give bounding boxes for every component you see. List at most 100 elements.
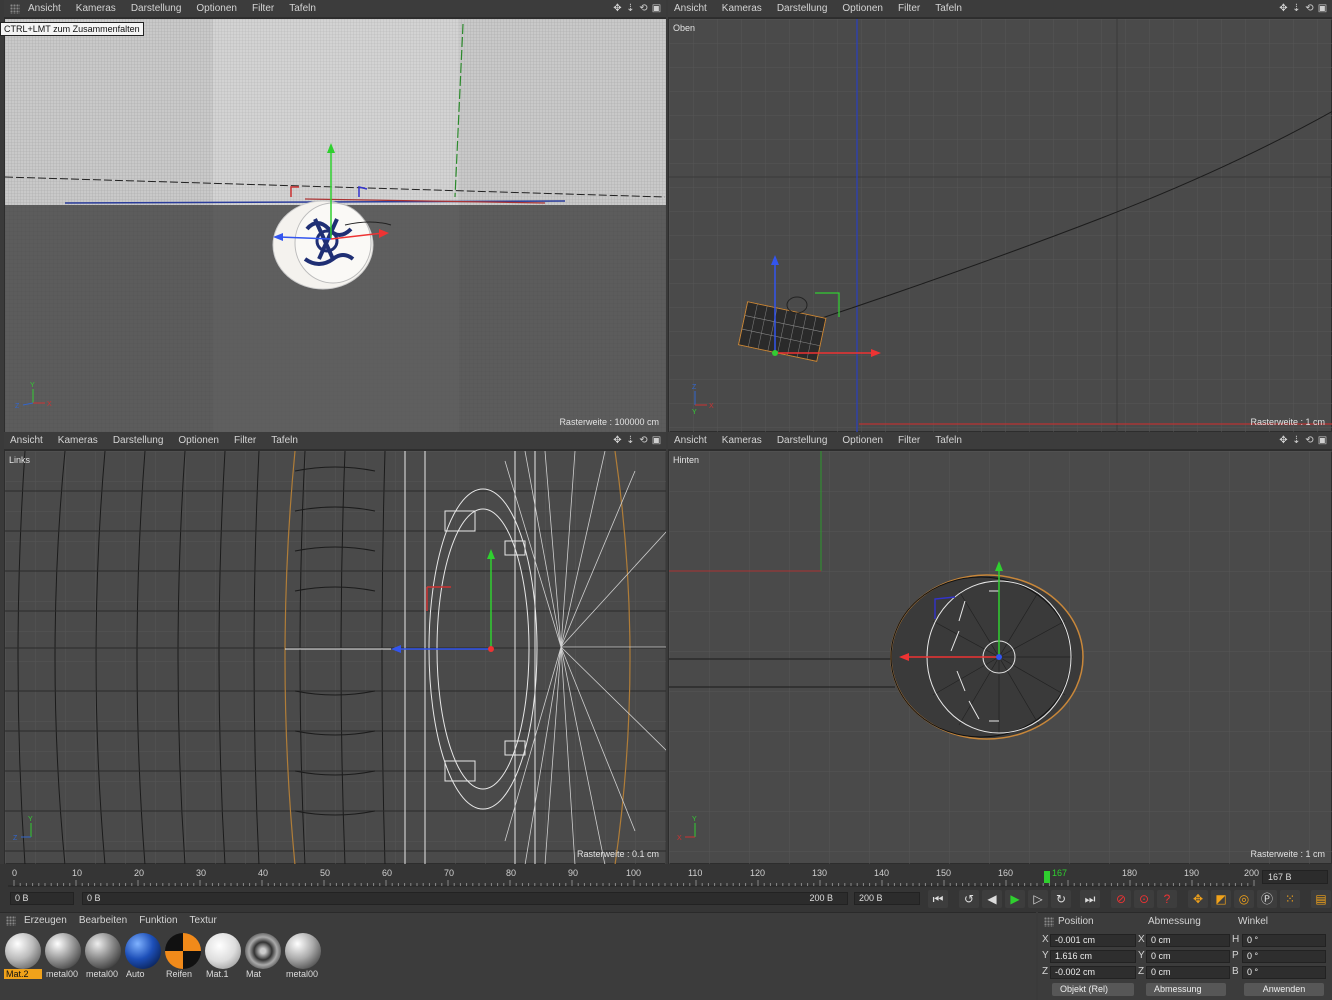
menu-ansicht[interactable]: Ansicht	[674, 435, 707, 446]
apply-button[interactable]: Anwenden	[1244, 983, 1324, 996]
material-swatch[interactable]: Mat.1	[204, 933, 242, 979]
rotate-key-icon[interactable]: ◎	[1234, 890, 1254, 908]
coord-mode-dropdown[interactable]: Objekt (Rel)	[1052, 983, 1134, 996]
menu-tafeln[interactable]: Tafeln	[271, 435, 298, 446]
menu-darstellung[interactable]: Darstellung	[131, 3, 182, 14]
film-icon[interactable]: ▤	[1311, 890, 1331, 908]
zoom-view-icon[interactable]: ⇣	[1291, 3, 1302, 14]
size-mode-dropdown[interactable]: Abmessung	[1146, 983, 1226, 996]
viewport-perspective[interactable]: Ansicht Kameras Darstellung Optionen Fil…	[4, 0, 666, 432]
menu-kameras[interactable]: Kameras	[722, 3, 762, 14]
start-frame-field[interactable]: 0 B	[10, 892, 74, 905]
menu-darstellung[interactable]: Darstellung	[777, 3, 828, 14]
material-swatch[interactable]: Mat.2	[4, 933, 42, 979]
current-frame-field[interactable]: 167 B	[1262, 870, 1328, 884]
menu-bearbeiten[interactable]: Bearbeiten	[79, 915, 127, 926]
menu-ansicht[interactable]: Ansicht	[28, 3, 61, 14]
menu-textur[interactable]: Textur	[190, 915, 217, 926]
menu-optionen[interactable]: Optionen	[196, 3, 237, 14]
menu-kameras[interactable]: Kameras	[722, 435, 762, 446]
position-x-field[interactable]: -0.001 cm	[1050, 934, 1136, 947]
go-to-end-icon[interactable]: ⏭	[1080, 890, 1100, 908]
menu-tafeln[interactable]: Tafeln	[935, 435, 962, 446]
viewport-left[interactable]: Ansicht Kameras Darstellung Optionen Fil…	[4, 432, 666, 864]
rotate-view-icon[interactable]: ⟲	[638, 3, 649, 14]
material-swatch[interactable]: Reifen	[164, 933, 202, 979]
end-frame-field[interactable]: 200 B	[854, 892, 920, 905]
zoom-view-icon[interactable]: ⇣	[1291, 435, 1302, 446]
frame-ruler[interactable]: 0 10 20 30 40 50 60 70 80 90 100 110 120…	[8, 868, 1259, 888]
position-y-field[interactable]: 1.616 cm	[1050, 950, 1136, 963]
move-view-icon[interactable]: ✥	[612, 3, 623, 14]
grip-icon[interactable]	[10, 3, 20, 14]
size-y-field[interactable]: 0 cm	[1146, 950, 1230, 963]
menu-kameras[interactable]: Kameras	[76, 3, 116, 14]
move-view-icon[interactable]: ✥	[612, 435, 623, 446]
rotate-view-icon[interactable]: ⟲	[638, 435, 649, 446]
point-level-icon[interactable]: ⁙	[1280, 890, 1300, 908]
viewport-back[interactable]: Ansicht Kameras Darstellung Optionen Fil…	[668, 432, 1332, 864]
menu-funktion[interactable]: Funktion	[139, 915, 177, 926]
go-to-start-icon[interactable]: ⏮	[928, 890, 948, 908]
grip-icon[interactable]	[1044, 917, 1054, 927]
tick-label: 60	[382, 868, 393, 878]
material-swatch[interactable]: Mat	[244, 933, 282, 979]
maximize-view-icon[interactable]: ▣	[1317, 435, 1328, 446]
menu-darstellung[interactable]: Darstellung	[777, 435, 828, 446]
rotate-view-icon[interactable]: ⟲	[1304, 435, 1315, 446]
menu-tafeln[interactable]: Tafeln	[935, 3, 962, 14]
maximize-view-icon[interactable]: ▣	[651, 3, 662, 14]
menu-darstellung[interactable]: Darstellung	[113, 435, 164, 446]
move-view-icon[interactable]: ✥	[1278, 435, 1289, 446]
menu-optionen[interactable]: Optionen	[842, 3, 883, 14]
menu-kameras[interactable]: Kameras	[58, 435, 98, 446]
param-key-icon[interactable]: Ⓟ	[1257, 890, 1277, 908]
axis-label: H	[1232, 934, 1240, 945]
zoom-view-icon[interactable]: ⇣	[625, 3, 636, 14]
move-view-icon[interactable]: ✥	[1278, 3, 1289, 14]
grip-icon[interactable]	[6, 915, 16, 926]
viewport-canvas[interactable]: Y Z Links Rasterweite : 0.1 cm	[4, 450, 666, 864]
material-swatch[interactable]: metal00	[84, 933, 122, 979]
play-icon[interactable]: ▶	[1005, 890, 1025, 908]
angle-p-field[interactable]: 0 °	[1242, 950, 1326, 963]
material-swatch[interactable]: metal00	[44, 933, 82, 979]
position-z-field[interactable]: -0.002 cm	[1050, 966, 1136, 979]
viewport-canvas[interactable]: Y X Hinten Rasterweite : 1 cm	[668, 450, 1332, 864]
move-key-icon[interactable]: ✥	[1188, 890, 1208, 908]
rotate-view-icon[interactable]: ⟲	[1304, 3, 1315, 14]
menu-filter[interactable]: Filter	[898, 435, 920, 446]
next-key-icon[interactable]: ↻	[1051, 890, 1071, 908]
menu-erzeugen[interactable]: Erzeugen	[24, 915, 67, 926]
viewport-canvas[interactable]: Z X Y Oben Rasterweite : 1 cm	[668, 18, 1332, 432]
current-frame-marker[interactable]: 167	[1052, 868, 1067, 878]
size-x-field[interactable]: 0 cm	[1146, 934, 1230, 947]
viewport-canvas[interactable]: Y X Z Rasterweite : 100000 cm	[4, 18, 666, 432]
keyframe-selection-icon[interactable]: ?	[1157, 890, 1177, 908]
step-back-icon[interactable]: ◀	[982, 890, 1002, 908]
viewport-top[interactable]: Ansicht Kameras Darstellung Optionen Fil…	[668, 0, 1332, 432]
record-icon[interactable]: ⊘	[1111, 890, 1131, 908]
menu-tafeln[interactable]: Tafeln	[289, 3, 316, 14]
menu-ansicht[interactable]: Ansicht	[10, 435, 43, 446]
maximize-view-icon[interactable]: ▣	[651, 435, 662, 446]
step-forward-icon[interactable]: ▷	[1028, 890, 1048, 908]
range-slider[interactable]: 0 B 200 B	[82, 892, 848, 905]
menu-optionen[interactable]: Optionen	[178, 435, 219, 446]
autokey-icon[interactable]: ⊙	[1134, 890, 1154, 908]
size-z-field[interactable]: 0 cm	[1146, 966, 1230, 979]
zoom-view-icon[interactable]: ⇣	[625, 435, 636, 446]
maximize-view-icon[interactable]: ▣	[1317, 3, 1328, 14]
angle-b-field[interactable]: 0 °	[1242, 966, 1326, 979]
angle-h-field[interactable]: 0 °	[1242, 934, 1326, 947]
prev-key-icon[interactable]: ↺	[959, 890, 979, 908]
menu-ansicht[interactable]: Ansicht	[674, 3, 707, 14]
view-label: Oben	[673, 23, 696, 33]
scale-key-icon[interactable]: ◩	[1211, 890, 1231, 908]
material-swatch[interactable]: metal00	[284, 933, 322, 979]
material-swatch[interactable]: Auto	[124, 933, 162, 979]
menu-filter[interactable]: Filter	[898, 3, 920, 14]
menu-optionen[interactable]: Optionen	[842, 435, 883, 446]
menu-filter[interactable]: Filter	[234, 435, 256, 446]
menu-filter[interactable]: Filter	[252, 3, 274, 14]
